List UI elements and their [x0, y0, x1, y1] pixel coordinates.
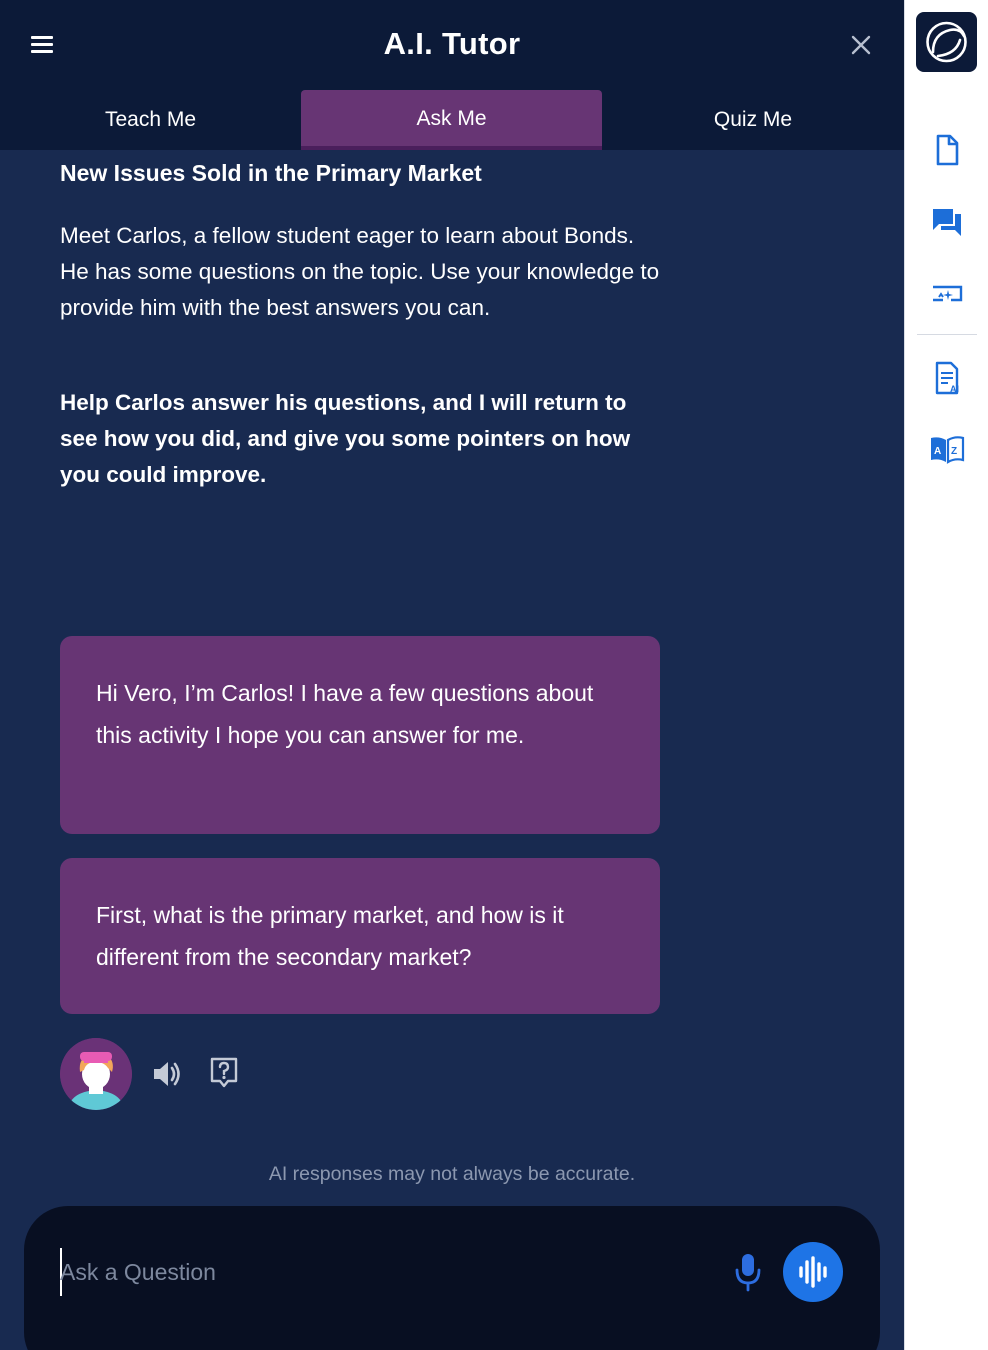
dictionary-icon[interactable]: A Z	[927, 432, 967, 468]
voice-wave-icon[interactable]	[783, 1242, 843, 1302]
ai-tutor-panel: A.I. Tutor Teach Me Ask Me Quiz Me New I…	[0, 0, 904, 1350]
ai-disclaimer: AI responses may not always be accurate.	[268, 1163, 636, 1185]
document-icon[interactable]	[927, 132, 967, 168]
speaker-icon[interactable]	[150, 1058, 184, 1090]
intro-text: Meet Carlos, a fellow student eager to l…	[60, 223, 660, 320]
screen-ai-icon[interactable]	[927, 276, 967, 312]
close-icon[interactable]	[846, 30, 876, 60]
tab-quiz-me[interactable]: Quiz Me	[602, 90, 904, 150]
carlos-avatar	[60, 1038, 132, 1110]
rail-divider	[917, 334, 977, 335]
app-logo-icon[interactable]	[916, 12, 977, 72]
chat-message: First, what is the primary market, and h…	[60, 858, 660, 1014]
instruction-text: Help Carlos answer his questions, and I …	[60, 390, 631, 487]
section-title: New Issues Sold in the Primary Market	[60, 160, 482, 186]
tab-ask-me[interactable]: Ask Me	[301, 90, 602, 150]
side-tool-rail: AI A Z	[904, 0, 988, 1350]
question-hint-icon[interactable]	[208, 1056, 240, 1090]
chat-message-text: Hi Vero, I’m Carlos! I have a few questi…	[96, 680, 594, 748]
chat-icon[interactable]	[927, 204, 967, 240]
chat-message-text: First, what is the primary market, and h…	[96, 902, 564, 970]
ask-question-input[interactable]	[60, 1250, 700, 1294]
page-title: A.I. Tutor	[383, 26, 521, 61]
ai-notes-icon[interactable]: AI	[927, 360, 967, 396]
svg-text:A: A	[934, 446, 941, 457]
question-input-bar	[24, 1206, 880, 1350]
svg-text:AI: AI	[950, 384, 959, 394]
svg-text:Z: Z	[951, 446, 957, 457]
tab-teach-me[interactable]: Teach Me	[0, 90, 301, 150]
microphone-icon[interactable]	[732, 1252, 764, 1294]
chat-message: Hi Vero, I’m Carlos! I have a few questi…	[60, 636, 660, 834]
header: A.I. Tutor Teach Me Ask Me Quiz Me	[0, 0, 904, 150]
